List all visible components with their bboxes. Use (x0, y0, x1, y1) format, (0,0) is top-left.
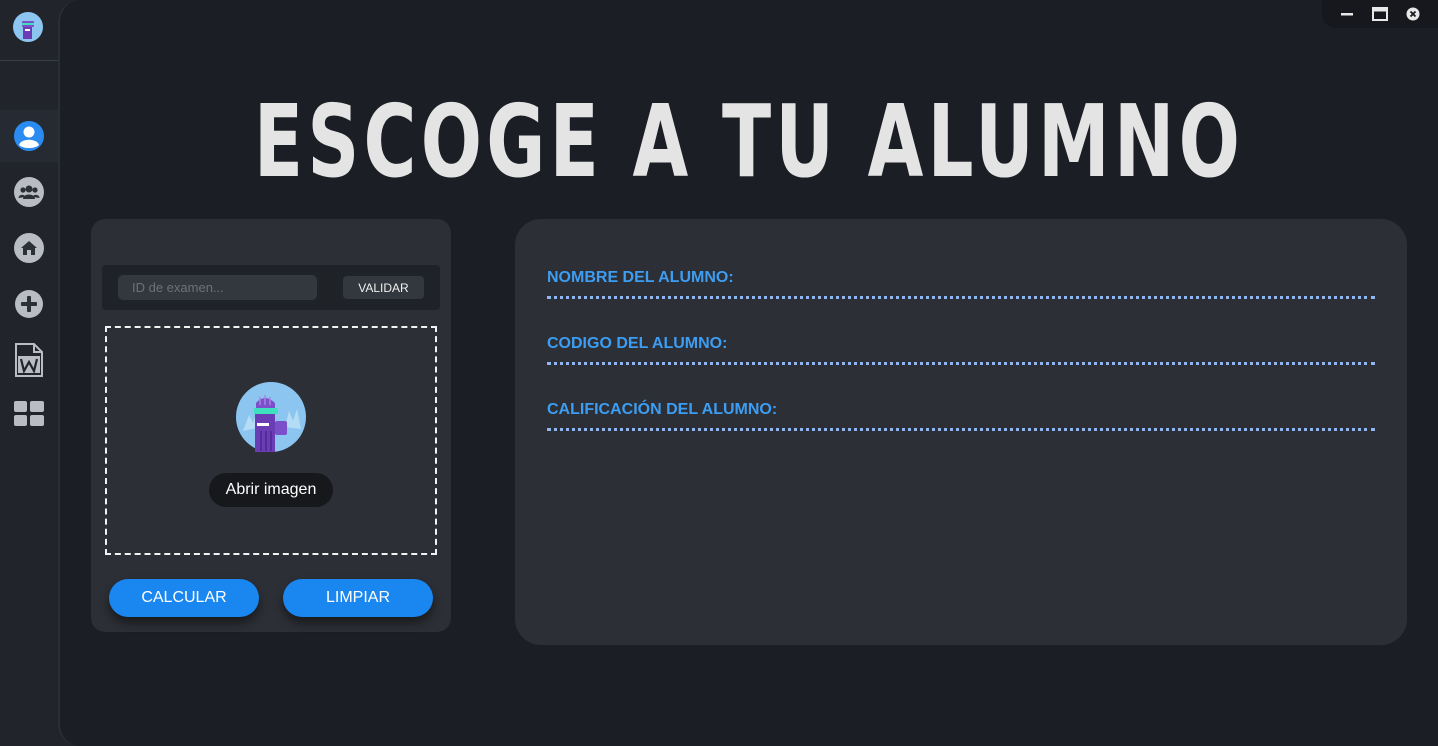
exam-panel: VALIDAR (91, 219, 451, 632)
validate-button[interactable]: VALIDAR (343, 276, 424, 299)
window-controls (1322, 0, 1438, 28)
exam-id-input[interactable] (118, 275, 317, 300)
student-code-label: CODIGO DEL ALUMNO: (547, 335, 728, 352)
close-icon (1406, 7, 1420, 21)
sidebar-item-student[interactable] (0, 110, 58, 162)
open-image-button[interactable]: Abrir imagen (209, 473, 333, 507)
sidebar-divider (0, 60, 58, 61)
home-icon (14, 233, 44, 263)
student-grade-field: CALIFICACIÓN DEL ALUMNO: (547, 400, 1375, 431)
student-avatar-image (235, 381, 307, 453)
grid-icon (14, 401, 44, 426)
sidebar-item-group[interactable] (0, 166, 58, 218)
sidebar-item-word[interactable] (0, 334, 58, 386)
student-code-value (547, 362, 1375, 365)
calculate-button[interactable]: CALCULAR (109, 579, 259, 617)
close-button[interactable] (1402, 3, 1424, 25)
page-title: ESCOGE A TU ALUMNO (253, 83, 1245, 200)
minimize-button[interactable] (1336, 3, 1358, 25)
clear-button[interactable]: LIMPIAR (283, 579, 433, 617)
student-info-panel: NOMBRE DEL ALUMNO: CODIGO DEL ALUMNO: CA… (515, 219, 1407, 645)
sidebar-item-add[interactable] (0, 278, 58, 330)
student-name-label: NOMBRE DEL ALUMNO: (547, 269, 734, 286)
word-document-icon (15, 343, 43, 377)
app-logo (13, 12, 43, 42)
image-drop-zone[interactable]: Abrir imagen (105, 326, 437, 555)
sidebar (0, 0, 58, 746)
app-window: ESCOGE A TU ALUMNO VALIDAR (0, 0, 1438, 746)
user-icon (14, 121, 44, 151)
student-code-field: CODIGO DEL ALUMNO: (547, 334, 1375, 365)
group-icon (14, 177, 44, 207)
sidebar-item-home[interactable] (0, 222, 58, 274)
maximize-button[interactable] (1369, 3, 1391, 25)
student-grade-value (547, 428, 1375, 431)
sidebar-item-dashboard[interactable] (0, 388, 58, 440)
plus-icon (15, 290, 43, 318)
maximize-icon (1371, 7, 1388, 21)
student-name-value (547, 296, 1375, 299)
exam-id-bar: VALIDAR (102, 265, 440, 310)
student-name-field: NOMBRE DEL ALUMNO: (547, 268, 1375, 299)
minimize-icon (1340, 13, 1353, 16)
student-grade-label: CALIFICACIÓN DEL ALUMNO: (547, 401, 778, 418)
